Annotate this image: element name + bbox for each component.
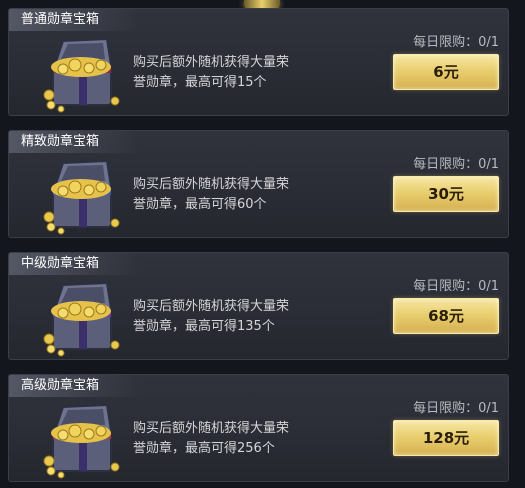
- daily-limit-label: 每日限购：0/1: [413, 35, 499, 50]
- medal-treasure-chest-icon: [41, 157, 123, 235]
- shop-item-advanced-chest: 高级勋章宝箱 购买后额外随机获得大量荣 誉勋章，最高可得256个 每日限购：0/…: [8, 374, 509, 482]
- shop-item-common-chest: 普通勋章宝箱 购买后额外随机获得大量荣 誉勋章，最高可得15个 每日限购：0/1…: [8, 8, 509, 116]
- item-description: 购买后额外随机获得大量荣 誉勋章，最高可得135个: [133, 297, 353, 337]
- daily-limit-label: 每日限购：0/1: [413, 401, 499, 416]
- item-description: 购买后额外随机获得大量荣 誉勋章，最高可得15个: [133, 53, 353, 93]
- shop-item-fine-chest: 精致勋章宝箱 购买后额外随机获得大量荣 誉勋章，最高可得60个 每日限购：0/1…: [8, 130, 509, 238]
- buy-button-6[interactable]: 6元: [393, 54, 499, 90]
- item-description-line2: 誉勋章，最高可得15个: [133, 75, 267, 90]
- item-description-line2: 誉勋章，最高可得60个: [133, 197, 267, 212]
- item-title: 中级勋章宝箱: [9, 253, 140, 275]
- item-title: 高级勋章宝箱: [9, 375, 140, 397]
- shop-item-intermediate-chest: 中级勋章宝箱 购买后额外随机获得大量荣 誉勋章，最高可得135个 每日限购：0/…: [8, 252, 509, 360]
- item-title: 普通勋章宝箱: [9, 9, 140, 31]
- daily-limit-label: 每日限购：0/1: [413, 279, 499, 294]
- medal-treasure-chest-icon: [41, 35, 123, 113]
- buy-button-30[interactable]: 30元: [393, 176, 499, 212]
- item-title: 精致勋章宝箱: [9, 131, 140, 153]
- item-description: 购买后额外随机获得大量荣 誉勋章，最高可得256个: [133, 419, 353, 459]
- daily-limit-label: 每日限购：0/1: [413, 157, 499, 172]
- medal-treasure-chest-icon: [41, 279, 123, 357]
- medal-treasure-chest-icon: [41, 401, 123, 479]
- item-description-line1: 购买后额外随机获得大量荣: [133, 299, 290, 314]
- item-description: 购买后额外随机获得大量荣 誉勋章，最高可得60个: [133, 175, 353, 215]
- buy-button-68[interactable]: 68元: [393, 298, 499, 334]
- item-description-line2: 誉勋章，最高可得135个: [133, 319, 275, 334]
- item-description-line1: 购买后额外随机获得大量荣: [133, 177, 290, 192]
- item-description-line1: 购买后额外随机获得大量荣: [133, 421, 290, 436]
- buy-button-128[interactable]: 128元: [393, 420, 499, 456]
- item-description-line2: 誉勋章，最高可得256个: [133, 441, 275, 456]
- item-description-line1: 购买后额外随机获得大量荣: [133, 55, 290, 70]
